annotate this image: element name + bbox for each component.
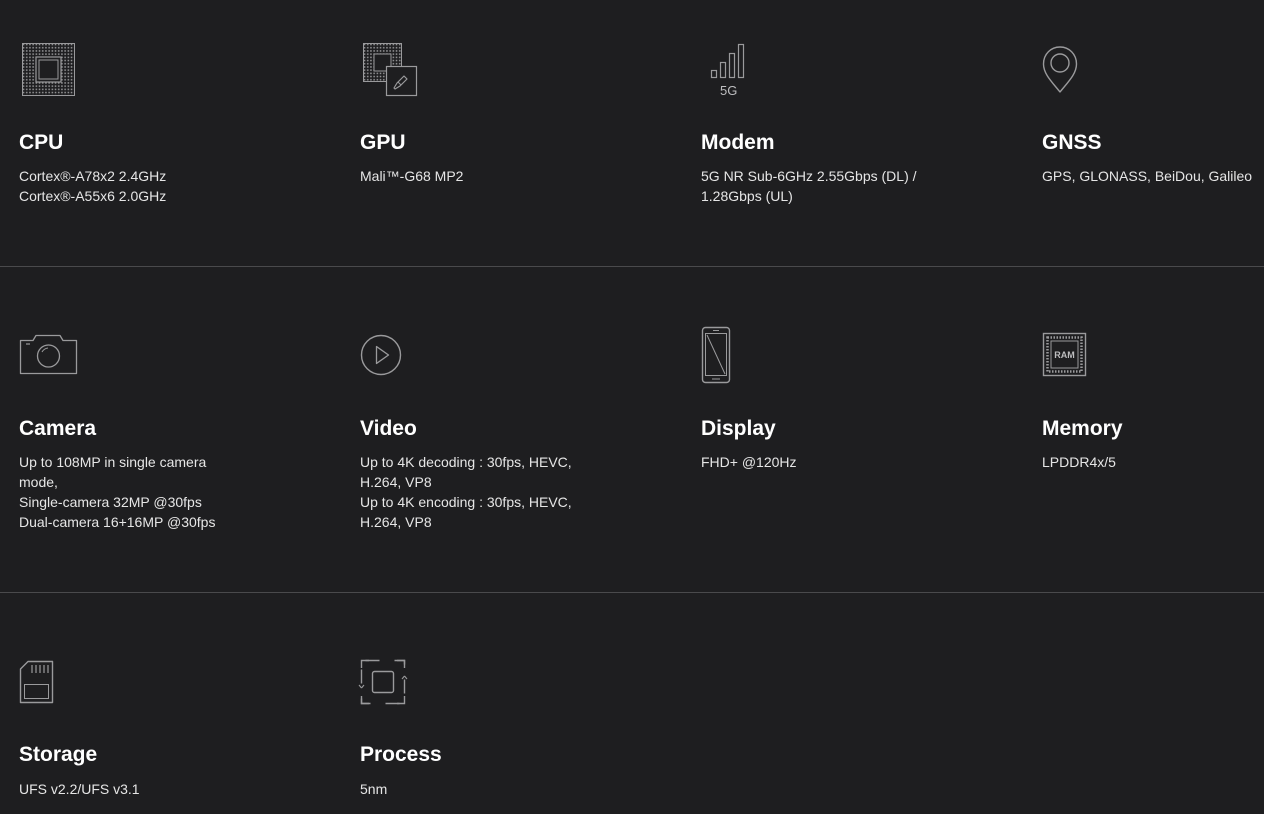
spec-description: Mali™-G68 MP2 [360, 166, 463, 186]
spec-title: Video [360, 417, 417, 440]
spec-line: Up to 4K decoding : 30fps, HEVC, [360, 454, 572, 470]
play-circle-icon [360, 326, 430, 388]
spec-line: Up to 4K encoding : 30fps, HEVC, [360, 494, 572, 510]
spec-line: mode, [19, 474, 58, 490]
gpu-chip-brush-icon [360, 40, 430, 102]
specs-page: CPU Cortex®-A78x2 2.4GHz Cortex®-A55x6 2… [0, 0, 1264, 814]
spec-line: Up to 108MP in single camera [19, 454, 207, 470]
spec-description: 5G NR Sub-6GHz 2.55Gbps (DL) / 1.28Gbps … [701, 166, 917, 206]
specs-row-2: Camera Up to 108MP in single camera mode… [0, 267, 1264, 592]
5g-icon-label: 5G [720, 83, 737, 98]
cpu-chip-icon [19, 40, 89, 102]
spec-line: Cortex®-A55x6 2.0GHz [19, 188, 167, 204]
spec-title: Storage [19, 743, 98, 766]
spec-description: Cortex®-A78x2 2.4GHz Cortex®-A55x6 2.0GH… [19, 166, 166, 206]
spec-title: Process [360, 743, 442, 766]
spec-line: Cortex®-A78x2 2.4GHz [19, 168, 167, 184]
ram-chip-icon: RAM [1042, 326, 1112, 388]
spec-line: UFS v2.2/UFS v3.1 [19, 781, 140, 797]
spec-description: GPS, GLONASS, BeiDou, Galileo [1042, 166, 1252, 186]
spec-description: Up to 4K decoding : 30fps, HEVC, H.264, … [360, 452, 572, 532]
spec-title: CPU [19, 131, 64, 154]
spec-line: 5nm [360, 781, 388, 797]
spec-description: LPDDR4x/5 [1042, 452, 1116, 472]
smartphone-icon [701, 326, 771, 388]
spec-title: Display [701, 417, 776, 440]
5g-signal-icon: 5G [701, 40, 771, 102]
camera-icon [19, 326, 89, 388]
location-pin-icon [1042, 40, 1112, 102]
specs-row-1: CPU Cortex®-A78x2 2.4GHz Cortex®-A55x6 2… [0, 0, 1264, 266]
ram-icon-label: RAM [1054, 350, 1075, 360]
spec-title: Camera [19, 417, 97, 440]
specs-row-3: Storage UFS v2.2/UFS v3.1 Process 5nm [0, 593, 1264, 814]
spec-line: FHD+ @120Hz [701, 454, 797, 470]
spec-description: UFS v2.2/UFS v3.1 [19, 779, 140, 799]
spec-description: 5nm [360, 779, 387, 799]
sd-card-icon [19, 659, 89, 721]
spec-description: FHD+ @120Hz [701, 452, 797, 472]
spec-title: Modem [701, 131, 775, 154]
spec-title: Memory [1042, 417, 1123, 440]
spec-line: GPS, GLONASS, BeiDou, Galileo [1042, 168, 1253, 184]
spec-line: Dual-camera 16+16MP @30fps [19, 514, 216, 530]
spec-line: Mali™-G68 MP2 [360, 168, 464, 184]
spec-line: H.264, VP8 [360, 514, 432, 530]
spec-line: Single-camera 32MP @30fps [19, 494, 202, 510]
spec-line: LPDDR4x/5 [1042, 454, 1116, 470]
spec-title: GPU [360, 131, 406, 154]
spec-line: 5G NR Sub-6GHz 2.55Gbps (DL) / [701, 168, 917, 184]
spec-line: 1.28Gbps (UL) [701, 188, 793, 204]
spec-title: GNSS [1042, 131, 1102, 154]
process-node-icon [358, 659, 430, 721]
spec-line: H.264, VP8 [360, 474, 432, 490]
spec-description: Up to 108MP in single camera mode, Singl… [19, 452, 215, 532]
